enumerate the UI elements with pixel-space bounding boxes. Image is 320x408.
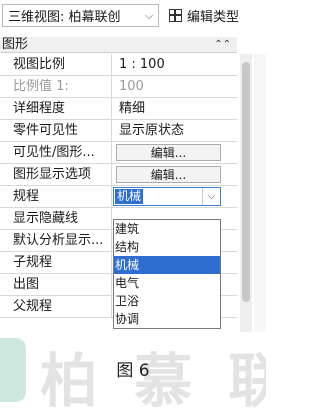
property-label: 图形显示选项 [0, 164, 112, 185]
property-row-discipline[interactable]: 规程 机械 ⌵ [0, 186, 237, 208]
property-label: 规程 [0, 186, 112, 207]
dropdown-option-selected[interactable]: 机械 [114, 256, 220, 274]
edit-type-label: 编辑类型 [187, 10, 240, 25]
collapse-icon[interactable]: ⌃⌃ [214, 37, 231, 53]
property-value[interactable]: 精细 [113, 98, 237, 119]
dropdown-option[interactable]: 电气 [114, 274, 220, 292]
edit-graphic-display-button[interactable]: 编辑... [116, 166, 221, 183]
section-header-graphics[interactable]: 图形 ⌃⌃ [0, 37, 237, 53]
property-row-scale-value[interactable]: 比例值 1: 100 [0, 76, 237, 98]
property-value[interactable]: 1 : 100 [113, 54, 237, 75]
property-label: 出图 [0, 274, 112, 295]
property-value[interactable]: 显示原状态 [113, 120, 237, 141]
property-value: 100 [119, 79, 144, 94]
property-row-visibility-graphics[interactable]: 可见性/图形... 编辑... [0, 142, 237, 164]
dropdown-option[interactable]: 建筑 [114, 220, 220, 238]
chevron-down-icon[interactable]: ⌵ [202, 188, 220, 205]
property-label: 父规程 [0, 296, 112, 317]
property-label: 子规程 [0, 252, 112, 273]
edit-type-button[interactable]: 编辑类型 [169, 4, 239, 27]
property-label: 可见性/图形... [0, 142, 112, 163]
section-title: 图形 [2, 37, 29, 52]
edit-visibility-button[interactable]: 编辑... [116, 144, 221, 161]
view-toolbar: 三维视图: 柏幕联创 ⌵ 编辑类型 [0, 0, 266, 32]
panel-edge [254, 54, 266, 337]
property-row-graphic-display-options[interactable]: 图形显示选项 编辑... [0, 164, 237, 186]
property-label: 比例值 1: [0, 76, 112, 97]
dropdown-option[interactable]: 卫浴 [114, 292, 220, 310]
view-type-selector[interactable]: 三维视图: 柏幕联创 ⌵ [2, 4, 159, 27]
dropdown-option[interactable]: 协调 [114, 310, 220, 328]
property-label: 详细程度 [0, 98, 112, 119]
property-label: 显示隐藏线 [0, 208, 112, 229]
chevron-down-icon[interactable]: ⌵ [140, 9, 158, 23]
dropdown-option[interactable]: 结构 [114, 238, 220, 256]
property-row-detail-level[interactable]: 详细程度 精细 [0, 98, 237, 120]
discipline-combobox[interactable]: 机械 ⌵ [113, 187, 221, 206]
scrollbar-thumb[interactable] [242, 62, 250, 302]
property-row-view-scale[interactable]: 视图比例 1 : 100 [0, 54, 237, 76]
property-label: 默认分析显示... [0, 230, 112, 251]
property-label: 零件可见性 [0, 120, 112, 141]
discipline-dropdown-list[interactable]: 建筑 结构 机械 电气 卫浴 协调 [113, 219, 221, 329]
property-label: 视图比例 [0, 54, 112, 75]
figure-caption: 图 6 [116, 361, 150, 381]
discipline-combobox-value: 机械 [115, 189, 144, 204]
edit-type-icon [169, 9, 182, 22]
property-row-parts-visibility[interactable]: 零件可见性 显示原状态 [0, 120, 237, 142]
view-type-selector-value: 三维视图: 柏幕联创 [8, 10, 121, 25]
properties-scrollbar[interactable] [240, 54, 252, 337]
